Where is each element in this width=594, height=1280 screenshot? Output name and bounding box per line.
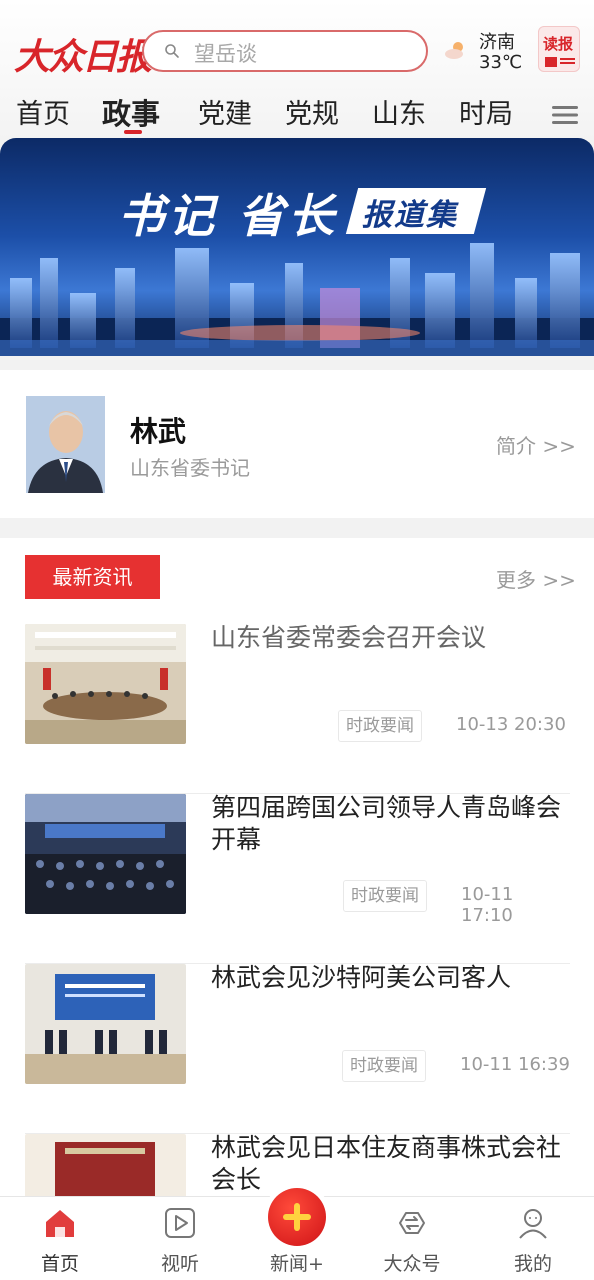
news-title: 山东省委常委会召开会议 <box>211 623 487 652</box>
portrait-image <box>26 396 105 493</box>
news-title: 林武会见日本住友商事株式会社会长 <box>211 1134 562 1194</box>
news-thumbnail <box>25 794 186 914</box>
nav-profile[interactable]: 我的 <box>485 1197 581 1280</box>
read-paper-button[interactable]: 读报 <box>538 26 580 72</box>
news-title: 第四届跨国公司领导人青岛峰会开幕 <box>211 793 562 854</box>
feature-banner[interactable]: 书记 省长 报道集 <box>0 138 594 356</box>
news-category-badge: 时政要闻 <box>338 710 422 742</box>
read-paper-label: 读报 <box>543 35 574 53</box>
nav-video-label: 视听 <box>160 1253 199 1275</box>
news-item[interactable]: 山东省委常委会召开会议 时政要闻 10-13 20:30 <box>25 623 570 794</box>
nav-profile-label: 我的 <box>513 1253 552 1275</box>
weather-city: 济南 <box>479 32 515 53</box>
news-category-badge: 时政要闻 <box>343 880 427 912</box>
active-tab-indicator <box>124 130 142 134</box>
nav-home[interactable]: 首页 <box>12 1197 108 1280</box>
intro-link[interactable]: 简介 >> <box>496 430 576 459</box>
tab-politics[interactable]: 政事 <box>102 91 160 133</box>
official-name: 林武 <box>130 415 187 448</box>
newspaper-icon <box>545 57 575 67</box>
news-timestamp: 10-13 20:30 <box>456 714 566 735</box>
search-input[interactable]: 望岳谈 <box>142 30 428 72</box>
news-plus-button[interactable] <box>268 1188 326 1246</box>
channel-tabs: 首页 政事 党建 党规 山东 时局 <box>0 92 594 134</box>
news-timestamp: 10-11 16:39 <box>460 1054 570 1075</box>
tab-current-affairs[interactable]: 时局 <box>459 92 513 131</box>
news-thumbnail <box>25 1134 186 1198</box>
city-skyline-image <box>0 243 594 356</box>
news-title: 林武会见沙特阿美公司客人 <box>211 963 512 992</box>
latest-news-section: 最新资讯 更多 >> 山东省委常委会召开会议 时政要闻 10-13 20:30 … <box>0 538 594 1198</box>
avatar <box>26 396 105 493</box>
news-thumbnail <box>25 964 186 1084</box>
plus-icon <box>283 1203 311 1231</box>
app-logo[interactable]: 大众日报 <box>14 28 152 80</box>
app-header: 大众日报 望岳谈 济南 33℃ 读报 首页 政事 党建 党规 山东 时局 <box>0 0 594 140</box>
tab-party-building[interactable]: 党建 <box>198 92 252 131</box>
video-icon <box>165 1208 195 1238</box>
search-placeholder: 望岳谈 <box>194 42 257 66</box>
weather-icon[interactable] <box>444 40 468 60</box>
news-category-badge: 时政要闻 <box>342 1050 426 1082</box>
tab-shandong[interactable]: 山东 <box>372 92 426 131</box>
news-item[interactable]: 第四届跨国公司领导人青岛峰会开幕 时政要闻 10-11 17:10 <box>25 793 570 964</box>
search-icon <box>165 44 179 58</box>
news-thumbnail <box>25 624 186 744</box>
nav-dazhong-account[interactable]: 大众号 <box>364 1197 460 1280</box>
home-icon <box>46 1210 74 1237</box>
weather-temperature: 33℃ <box>479 52 523 73</box>
section-label: 最新资讯 <box>25 555 160 599</box>
menu-icon[interactable] <box>552 105 578 125</box>
nav-home-label: 首页 <box>40 1253 79 1275</box>
tab-party-rules[interactable]: 党规 <box>285 92 339 131</box>
nav-news-plus-label: 新闻+ <box>270 1253 324 1275</box>
nav-dazhong-account-label: 大众号 <box>383 1253 441 1275</box>
nav-video[interactable]: 视听 <box>132 1197 228 1280</box>
exchange-icon <box>399 1212 425 1234</box>
user-icon <box>519 1209 547 1239</box>
official-title: 山东省委书记 <box>130 456 250 480</box>
official-profile-card[interactable]: 林武 山东省委书记 简介 >> <box>0 370 594 518</box>
tab-home[interactable]: 首页 <box>16 92 70 131</box>
news-timestamp: 10-11 17:10 <box>461 884 514 926</box>
banner-title: 书记 省长 <box>118 189 339 243</box>
news-item[interactable]: 林武会见沙特阿美公司客人 时政要闻 10-11 16:39 <box>25 963 570 1134</box>
banner-tag: 报道集 <box>362 198 458 233</box>
more-link[interactable]: 更多 >> <box>496 564 576 593</box>
